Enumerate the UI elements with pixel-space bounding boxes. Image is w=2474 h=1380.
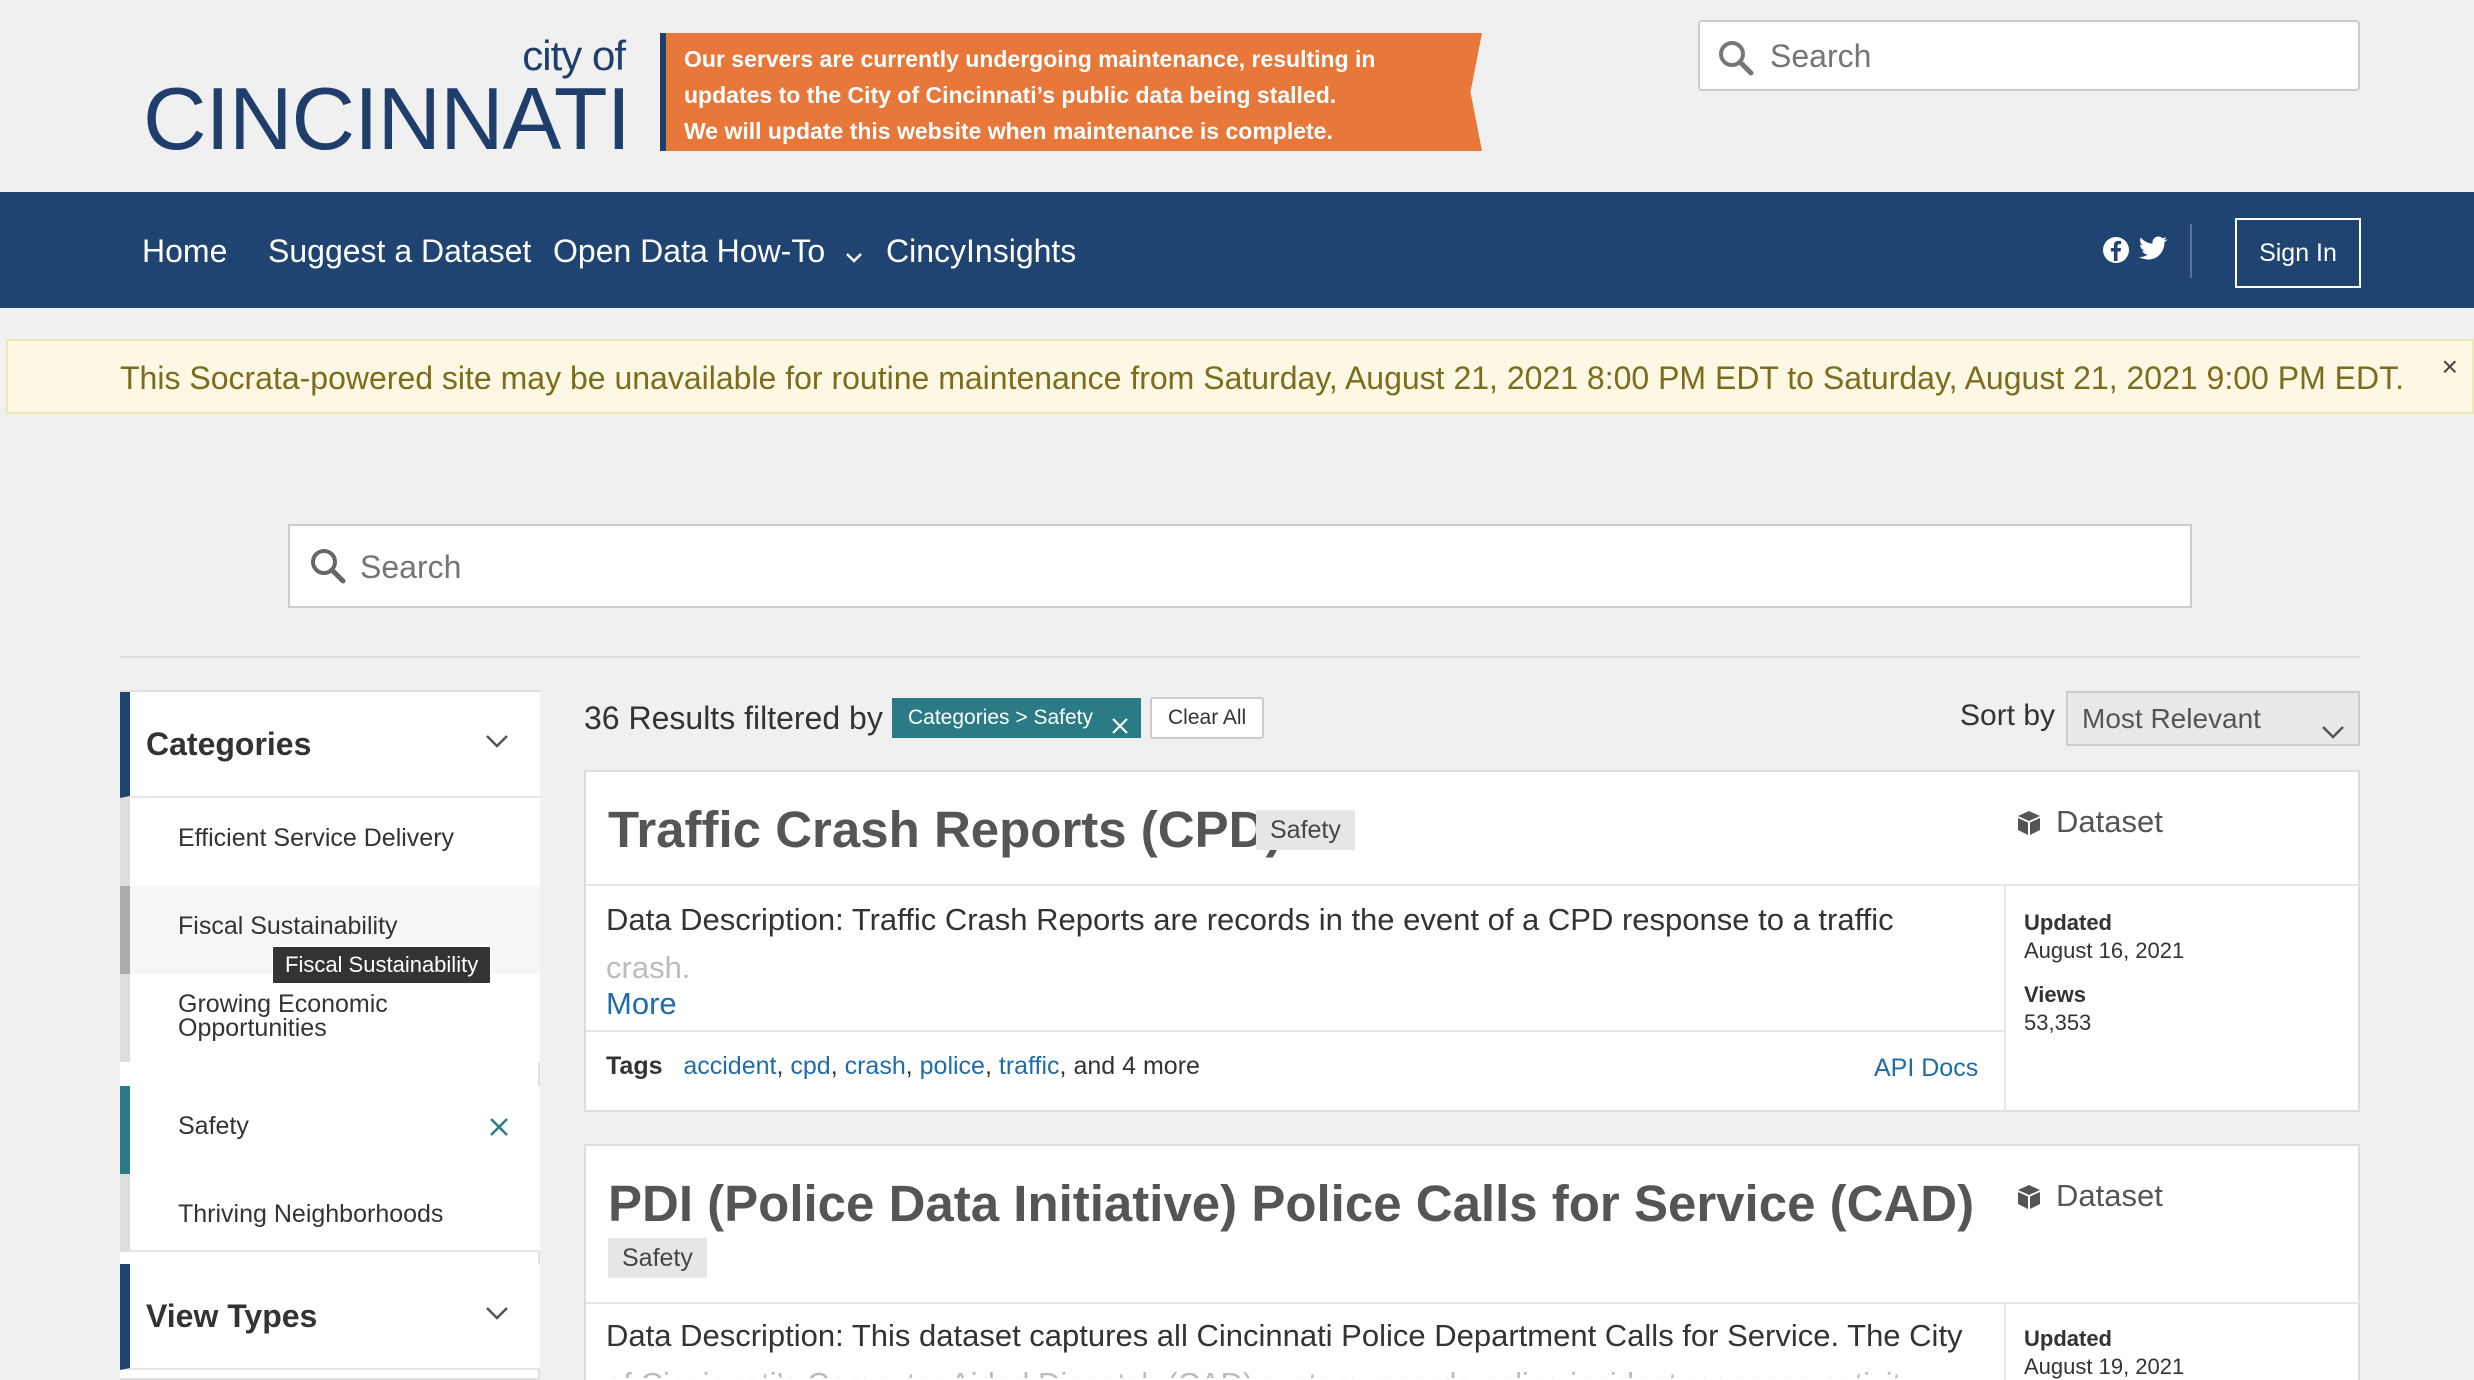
tag-link[interactable]: police — [920, 1052, 985, 1080]
facebook-icon[interactable] — [2102, 236, 2130, 269]
categories-facet-header[interactable]: Categories — [120, 692, 540, 798]
twitter-icon[interactable] — [2138, 236, 2168, 267]
updated-value: August 16, 2021 — [2024, 938, 2185, 963]
result-description: Data Description: This dataset captures … — [606, 1312, 1986, 1378]
banner-line: Our servers are currently undergoing mai… — [684, 46, 1376, 72]
card-column-divider — [2004, 1302, 2006, 1380]
result-card: PDI (Police Data Initiative) Police Call… — [584, 1144, 2360, 1380]
category-growing-economic-opportunities[interactable]: Growing Economic Opportunities — [120, 974, 540, 1062]
section-divider — [120, 656, 2360, 658]
logo-cincinnati: CINCINNATI — [143, 69, 631, 168]
card-divider — [586, 1302, 2360, 1304]
notice-suffix: . — [2395, 360, 2404, 396]
nav-cincyinsights[interactable]: CincyInsights — [886, 232, 1076, 270]
description-line: Data Description: This dataset captures … — [606, 1318, 1963, 1353]
notice-prefix: This Socrata-powered site may be unavail… — [120, 360, 1195, 396]
result-title-link[interactable]: PDI (Police Data Initiative) Police Call… — [608, 1176, 1974, 1232]
search-icon — [308, 546, 348, 591]
category-label: Thriving Neighborhoods — [178, 1200, 444, 1228]
active-filter-label: Categories > Safety — [908, 706, 1094, 729]
maintenance-banner-text: Our servers are currently undergoing mai… — [684, 41, 1464, 149]
category-label: Fiscal Sustainability — [178, 912, 398, 940]
category-safety[interactable]: Safety — [120, 1086, 540, 1174]
sort-select-value: Most Relevant — [2082, 703, 2261, 734]
nav-open-data-how-to[interactable]: Open Data How-To — [553, 232, 864, 273]
header-search-input[interactable] — [1770, 34, 2340, 78]
nav-home[interactable]: Home — [142, 232, 227, 270]
tag-link[interactable]: cpd — [790, 1052, 830, 1080]
category-efficient-service-delivery[interactable]: Efficient Service Delivery — [120, 798, 540, 886]
description-line-faded: crash. — [606, 950, 691, 985]
close-icon[interactable]: × — [2442, 351, 2458, 383]
results-count: 36 Results filtered by — [584, 700, 883, 736]
result-card: Traffic Crash Reports (CPD) Safety Datas… — [584, 770, 2360, 1112]
result-description: Data Description: Traffic Crash Reports … — [606, 896, 1986, 992]
dataset-icon — [2014, 1182, 2044, 1217]
close-icon[interactable] — [1111, 709, 1129, 749]
view-types-facet-header[interactable]: View Types — [120, 1264, 540, 1370]
updated-value: August 19, 2021 — [2024, 1354, 2185, 1379]
chevron-down-icon — [2320, 707, 2346, 758]
result-type-label: Dataset — [2056, 804, 2163, 839]
views-value: 53,353 — [2024, 1010, 2092, 1035]
remove-filter-icon[interactable] — [488, 1116, 510, 1143]
tag-link[interactable]: accident — [683, 1052, 776, 1080]
city-logo[interactable]: city of CINCINNATI — [143, 34, 631, 164]
views-label: Views — [2024, 982, 2086, 1007]
category-label: Safety — [178, 1112, 249, 1140]
updated-label: Updated — [2024, 910, 2112, 935]
chevron-down-icon — [844, 235, 864, 273]
tag-link[interactable]: traffic — [999, 1052, 1060, 1080]
dataset-icon — [2014, 808, 2044, 843]
tags-more: and 4 more — [1073, 1052, 1200, 1080]
more-link[interactable]: More — [606, 986, 677, 1022]
description-line-faded: of Cincinnati’s Computer Aided Dispatch … — [606, 1360, 1986, 1378]
categories-facet-title: Categories — [146, 726, 312, 762]
result-category-tag[interactable]: Safety — [1256, 810, 1355, 850]
maintenance-notice-text: This Socrata-powered site may be unavail… — [120, 359, 2404, 397]
tags-label: Tags — [606, 1052, 663, 1080]
notice-end: Saturday, August 21, 2021 9:00 PM EDT — [1822, 360, 2396, 396]
tag-link[interactable]: crash — [845, 1052, 906, 1080]
chevron-down-icon — [484, 732, 510, 755]
result-type-label: Dataset — [2056, 1178, 2163, 1213]
active-filter-chip[interactable]: Categories > Safety — [892, 698, 1142, 738]
maintenance-notice: This Socrata-powered site may be unavail… — [6, 339, 2474, 414]
nav-open-data-how-to-label: Open Data How-To — [553, 233, 826, 269]
sort-select[interactable]: Most Relevant — [2066, 691, 2360, 746]
result-category-tag[interactable]: Safety — [608, 1238, 707, 1278]
updated-label: Updated — [2024, 1326, 2112, 1351]
sort-label: Sort by — [1960, 699, 2056, 732]
nav-divider — [2190, 224, 2192, 278]
result-tags: Tags accident, cpd, crash, police, traff… — [606, 1052, 1200, 1080]
category-thriving-neighborhoods[interactable]: Thriving Neighborhoods — [120, 1174, 540, 1252]
category-label: Efficient Service Delivery — [178, 824, 455, 852]
card-divider — [586, 884, 2360, 886]
result-title-link[interactable]: Traffic Crash Reports (CPD) — [608, 802, 1282, 858]
header-search-box[interactable] — [1698, 20, 2360, 91]
view-types-facet-title: View Types — [146, 1298, 318, 1334]
filter-sidebar: Categories Efficient Service Delivery Fi… — [120, 690, 540, 1380]
category-label: Growing Economic Opportunities — [178, 990, 388, 1042]
clear-all-button[interactable]: Clear All — [1150, 697, 1265, 739]
site-header: city of CINCINNATI Our servers are curre… — [0, 0, 2474, 192]
nav-suggest-dataset[interactable]: Suggest a Dataset — [268, 232, 531, 270]
api-docs-link[interactable]: API Docs — [1874, 1054, 1978, 1083]
main-nav: Home Suggest a Dataset Open Data How-To … — [0, 192, 2474, 308]
banner-line: We will update this website when mainten… — [684, 118, 1333, 144]
notice-middle: to — [1787, 360, 1814, 396]
category-tooltip: Fiscal Sustainability — [272, 946, 492, 984]
description-line: Data Description: Traffic Crash Reports … — [606, 902, 1894, 937]
catalog-search-box[interactable] — [288, 524, 2192, 608]
maintenance-banner: Our servers are currently undergoing mai… — [660, 33, 1482, 151]
notice-start: Saturday, August 21, 2021 8:00 PM EDT — [1203, 360, 1779, 396]
card-divider — [586, 1030, 2004, 1032]
sign-in-button[interactable]: Sign In — [2235, 218, 2361, 288]
banner-line: updates to the City of Cincinnati’s publ… — [684, 82, 1337, 108]
chevron-down-icon — [484, 1304, 510, 1327]
search-icon — [1716, 38, 1756, 83]
card-column-divider — [2004, 884, 2006, 1112]
catalog-search-input[interactable] — [360, 544, 2160, 590]
